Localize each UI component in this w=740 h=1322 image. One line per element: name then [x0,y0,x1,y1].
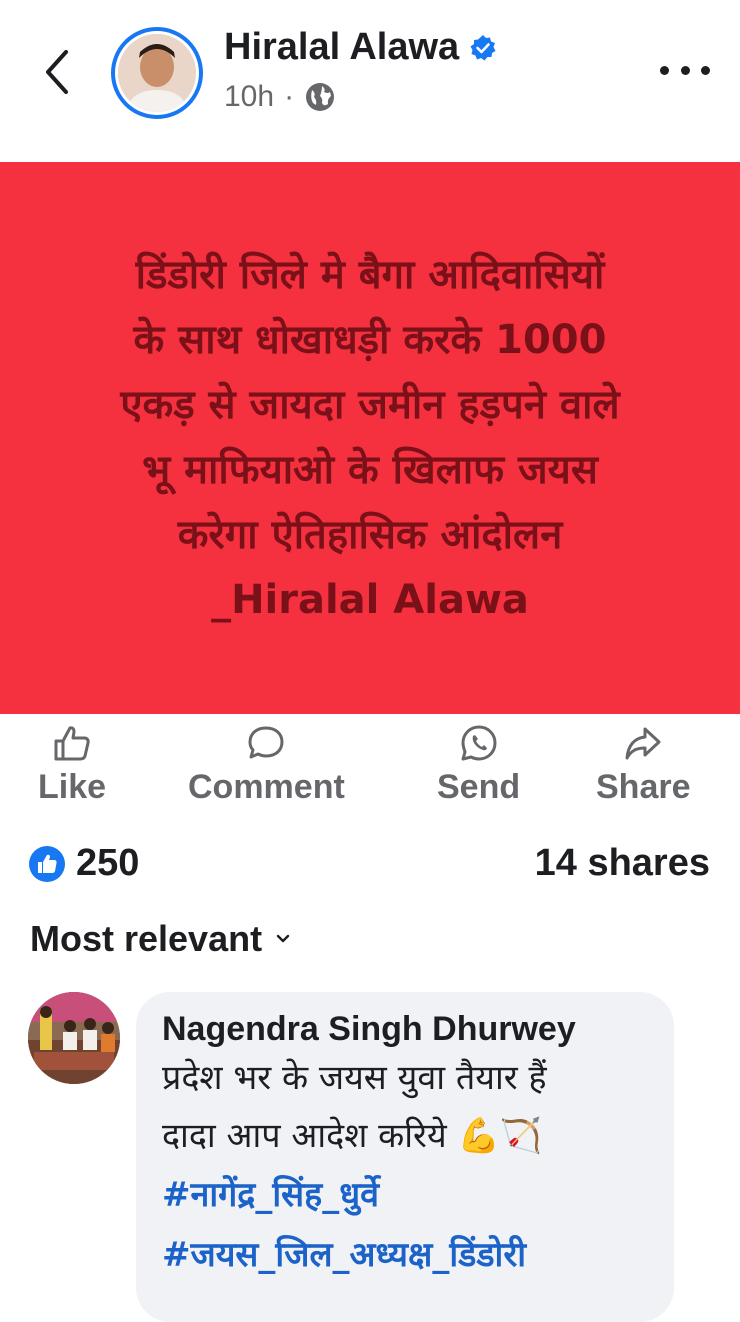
author-name[interactable]: Hiralal Alawa [224,26,497,69]
post-meta: 10h · [224,80,336,114]
globe-icon [306,83,335,111]
more-dot [701,65,710,75]
share-button[interactable]: Share [596,724,691,807]
share-label: Share [596,768,691,806]
whatsapp-icon [461,725,497,761]
post-text-line: के साथ धोखाधड़ी करके 1000 [133,317,607,363]
like-reaction-icon [29,845,65,882]
more-options-button[interactable] [660,58,710,82]
like-count: 250 [76,842,140,884]
share-icon [625,727,661,760]
comment-text-line: प्रदेश भर के जयस युवा तैयार हैं [162,1058,547,1098]
more-dot [660,65,669,75]
sort-label: Most relevant [30,918,263,959]
comment-icon [248,726,284,759]
chevron-left-icon [46,50,68,94]
author-avatar[interactable] [111,27,203,119]
author-avatar-photo [118,34,196,112]
action-bar: Like Comment Send Share [0,724,740,814]
like-button[interactable]: Like [38,724,106,807]
reaction-stats: 250 14 shares [0,838,740,888]
reaction-count[interactable]: 250 [28,842,139,885]
post-text-line: भू माफियाओ के खिलाफ जयस [142,447,598,493]
comment-button[interactable]: Comment [188,724,345,807]
post-text-line: एकड़ से जायदा जमीन हड़पने वाले [120,382,620,428]
back-button[interactable] [36,44,76,100]
like-label: Like [38,768,107,806]
chevron-down-icon [276,934,290,943]
comment-bubble[interactable]: Nagendra Singh Dhurwey प्रदेश भर के जयस … [136,992,674,1322]
verified-badge-icon [470,34,496,60]
commenter-avatar[interactable] [28,992,120,1084]
post-text: डिंडोरी जिले मे बैगा आदिवासियों के साथ ध… [50,243,690,633]
commenter-name[interactable]: Nagendra Singh Dhurwey [162,1010,674,1049]
comment-hashtag[interactable]: #नागेंद्र_सिंह_धुर्वे [162,1165,674,1225]
share-count[interactable]: 14 shares [535,842,710,885]
comment-hashtag[interactable]: #जयस_जिल_अध्यक्ष_डिंडोरी [162,1225,674,1285]
post-header: Hiralal Alawa 10h · [0,0,740,150]
send-label: Send [437,768,521,806]
send-button[interactable]: Send [437,724,520,807]
meta-separator: · [284,80,295,113]
thumbs-up-icon [54,726,90,761]
post-text-line: करेगा ऐतिहासिक आंदोलन [177,512,563,558]
post-text-line: _Hiralal Alawa [211,577,529,623]
comment-text-line: दादा आप आदेश करिये 💪🏹 [162,1116,543,1156]
author-name-text[interactable]: Hiralal Alawa [224,26,459,69]
more-dot [680,65,690,75]
comment-label: Comment [188,768,345,806]
post-background[interactable]: डिंडोरी जिले मे बैगा आदिवासियों के साथ ध… [0,162,740,714]
post-time[interactable]: 10h [224,80,274,114]
comment-sort-dropdown[interactable]: Most relevant [30,918,290,960]
post-text-line: डिंडोरी जिले मे बैगा आदिवासियों [135,252,605,298]
